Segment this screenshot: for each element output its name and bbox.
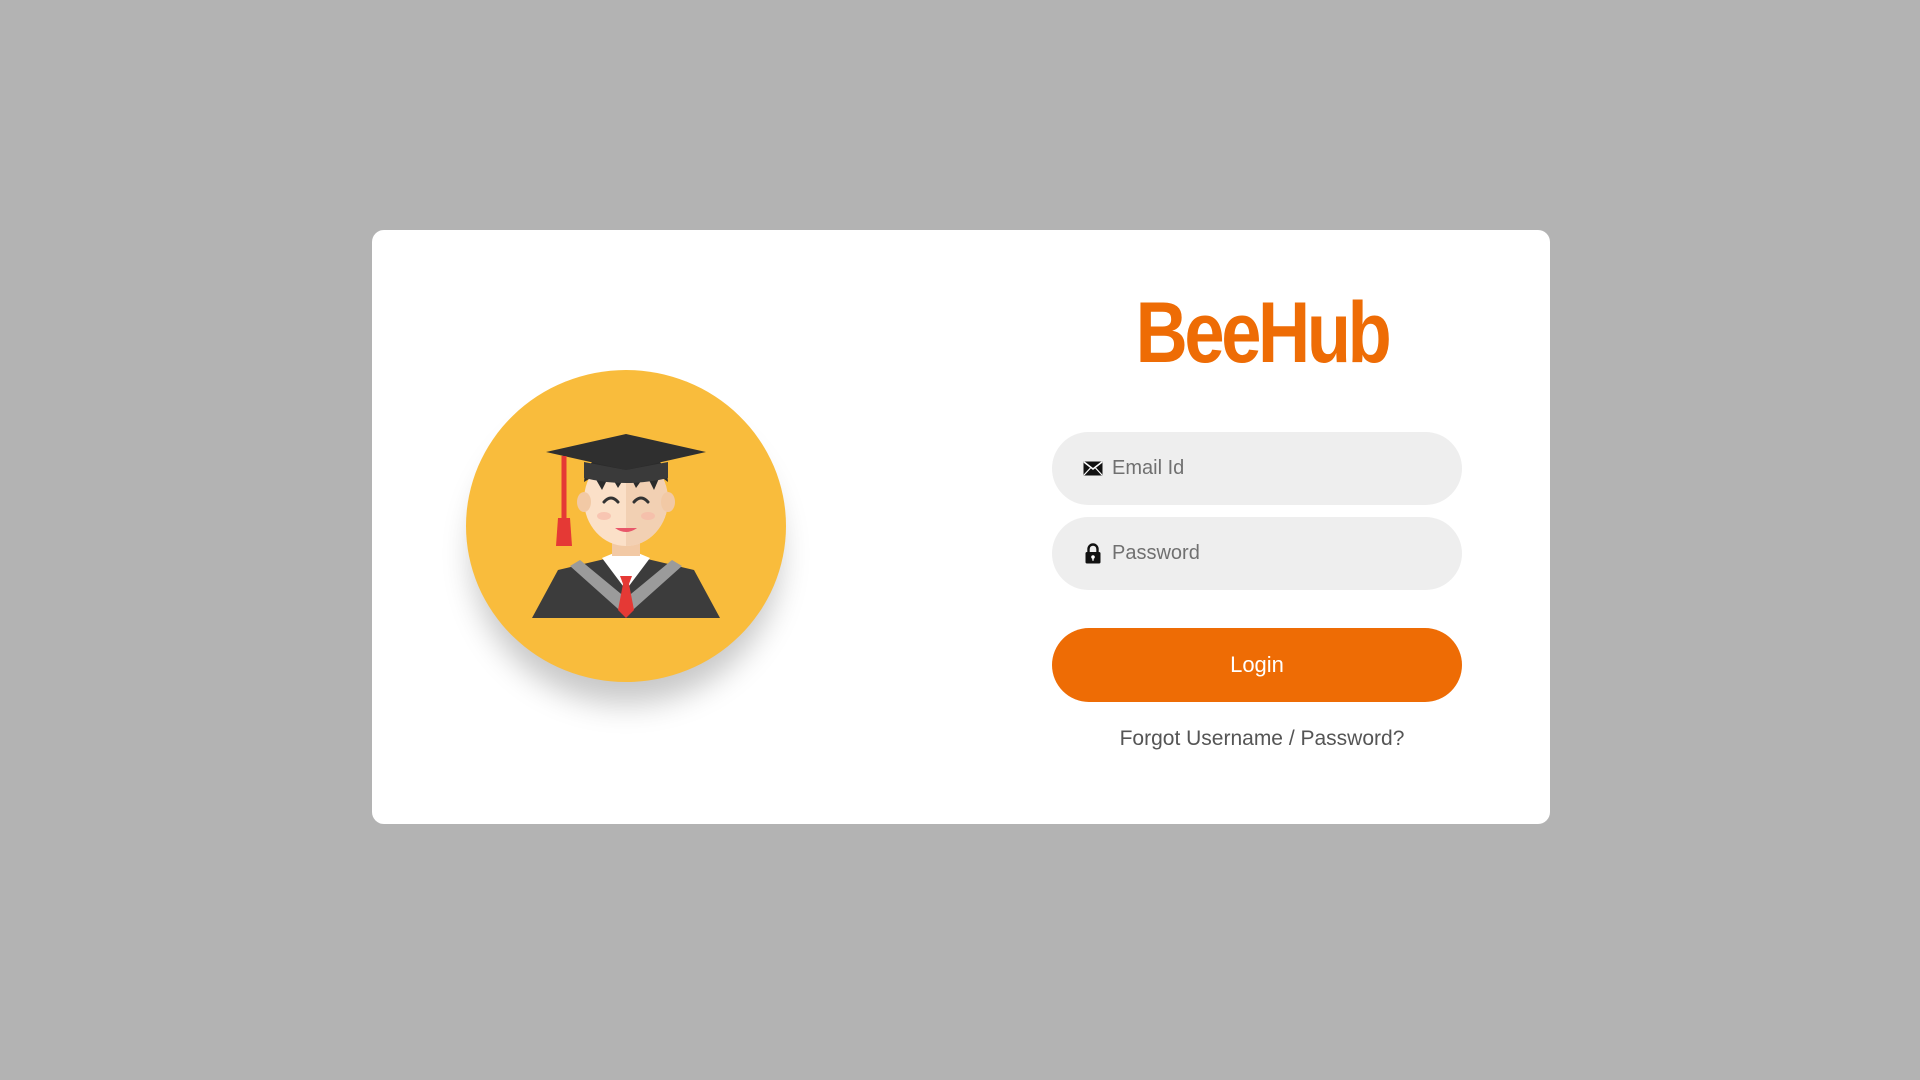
login-form: BeeHub Email Id Login Forgot Username / … <box>1052 230 1462 824</box>
forgot-credentials-link[interactable]: Forgot Username / Password? <box>1052 727 1472 751</box>
login-card: BeeHub Email Id Login Forgot Username / … <box>372 230 1550 824</box>
lock-icon <box>1082 543 1104 565</box>
email-input[interactable] <box>1112 457 1442 480</box>
password-field[interactable] <box>1052 517 1462 590</box>
login-button[interactable]: Login <box>1052 628 1462 702</box>
password-input[interactable] <box>1112 542 1442 565</box>
avatar-container <box>466 370 786 682</box>
graduate-student-icon <box>466 370 786 682</box>
email-field[interactable] <box>1052 432 1462 505</box>
brand-logo: BeeHub <box>1135 285 1392 381</box>
envelope-icon <box>1082 458 1104 480</box>
